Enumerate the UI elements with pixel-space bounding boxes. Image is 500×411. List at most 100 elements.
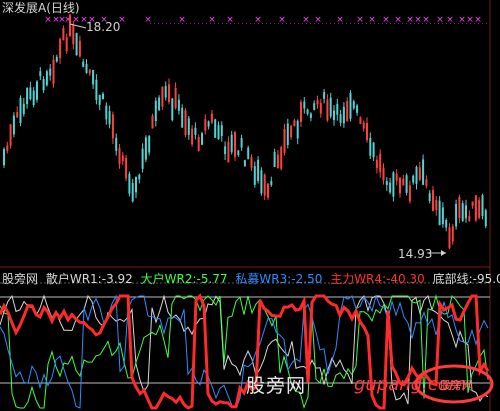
- candle-body: [115, 137, 118, 151]
- candle-body: [210, 113, 213, 123]
- candle-body: [267, 183, 269, 198]
- candle-body: [184, 110, 187, 136]
- candle-body: [425, 179, 428, 186]
- candle-body: [151, 115, 154, 129]
- candle-body: [342, 106, 345, 124]
- candle-body: [415, 166, 418, 184]
- candle-body: [191, 128, 194, 145]
- watermark-corner: 股旁网: [440, 379, 473, 392]
- candle-body: [26, 88, 29, 105]
- legend-bottom-line: 底部线:-95.00: [433, 272, 500, 286]
- candle-body: [177, 99, 180, 111]
- indicator-legend: 股旁网 散户WR1:-3.92 大户WR2:-5.77 私募WR3:-2.50 …: [2, 272, 500, 286]
- candle-body: [405, 175, 408, 193]
- candle-body: [98, 94, 101, 105]
- candle-body: [451, 226, 454, 242]
- candle-body: [138, 174, 141, 180]
- candle-body: [234, 131, 236, 157]
- candle-body: [217, 125, 220, 140]
- candle-body: [441, 207, 444, 225]
- candle-body: [6, 145, 9, 152]
- candle-body: [323, 91, 326, 99]
- candle-body: [148, 136, 151, 153]
- candle-body: [435, 199, 438, 211]
- candle-body: [240, 137, 243, 148]
- candle-body: [69, 15, 71, 37]
- candle-body: [82, 61, 85, 67]
- candle-body: [154, 100, 157, 122]
- candle-body: [481, 195, 484, 217]
- candle-body: [85, 63, 88, 73]
- legend-wr4-label: 主力WR4:: [330, 272, 387, 286]
- candle-body: [428, 193, 431, 201]
- candle-body: [243, 160, 246, 167]
- candle-body: [42, 79, 45, 91]
- candle-body: [141, 148, 144, 169]
- candle-body: [253, 166, 256, 185]
- candle-body: [45, 71, 48, 86]
- legend-wr3: 私募WR3:-2.50: [235, 272, 322, 286]
- candle-body: [168, 84, 170, 103]
- candle-body: [478, 200, 481, 218]
- indicator-name: 股旁网: [2, 272, 39, 286]
- legend-bottom-value: -95.00: [472, 272, 500, 286]
- candle-body: [418, 167, 421, 181]
- stock-chart-window: × × × × × × × × × × × × × × × × × × × × × × × × × × × × × × 深发展A(日线) …: [0, 0, 500, 411]
- candle-body: [49, 68, 52, 76]
- candle-body: [468, 216, 471, 221]
- legend-wr2: 大户WR2:-5.77: [141, 272, 228, 286]
- candle-body: [474, 195, 477, 221]
- candle-body: [257, 159, 260, 181]
- chart-title: 深发展A(日线): [2, 1, 80, 15]
- candle-body: [372, 142, 375, 158]
- candle-body: [92, 69, 95, 85]
- candle-body: [362, 122, 365, 129]
- candle-body: [389, 182, 392, 193]
- candle-body: [161, 86, 164, 107]
- candle-body: [422, 159, 425, 185]
- candle-body: [369, 137, 372, 156]
- candle-body: [319, 102, 322, 114]
- chart-canvas[interactable]: × ××× × × × × × × × × × × × × × × × × × × × × × × × × × ×: [0, 0, 500, 411]
- candle-body: [224, 146, 227, 155]
- candle-body: [95, 79, 98, 101]
- candle-body: [3, 148, 5, 166]
- candle-body: [432, 190, 434, 211]
- candle-body: [131, 182, 134, 202]
- candle-body: [72, 24, 75, 45]
- candle-body: [382, 167, 385, 181]
- candle-body: [336, 103, 339, 115]
- candle-body: [118, 147, 121, 164]
- candle-body: [392, 172, 395, 197]
- candle-body: [273, 152, 276, 167]
- legend-bottom-label: 底部线:: [432, 272, 473, 286]
- candle-body: [395, 173, 398, 181]
- candle-body: [230, 134, 233, 153]
- candle-body: [102, 93, 104, 100]
- candle-body: [214, 119, 217, 138]
- candle-body: [359, 117, 362, 124]
- candle-body: [349, 92, 352, 119]
- candle-body: [39, 71, 42, 77]
- candle-body: [88, 69, 91, 74]
- candle-body: [201, 133, 203, 145]
- candle-body: [19, 97, 22, 123]
- candle-body: [303, 101, 306, 109]
- candle-body: [339, 114, 342, 123]
- candle-body: [237, 150, 240, 155]
- candle-body: [125, 157, 128, 179]
- candle-body: [204, 119, 207, 131]
- candle-body: [293, 120, 296, 127]
- candle-body: [263, 174, 266, 196]
- candle-body: [55, 56, 58, 62]
- candle-body: [62, 28, 65, 41]
- candle-body: [461, 203, 464, 221]
- candle-body: [329, 97, 332, 117]
- legend-wr1-value: -3.92: [101, 272, 133, 286]
- candle-body: [385, 180, 388, 186]
- legend-wr2-label: 大户WR2:: [140, 272, 197, 286]
- candle-body: [260, 170, 263, 194]
- legend-wr2-value: -5.77: [196, 272, 228, 286]
- candle-body: [276, 154, 279, 169]
- candle-body: [105, 105, 108, 120]
